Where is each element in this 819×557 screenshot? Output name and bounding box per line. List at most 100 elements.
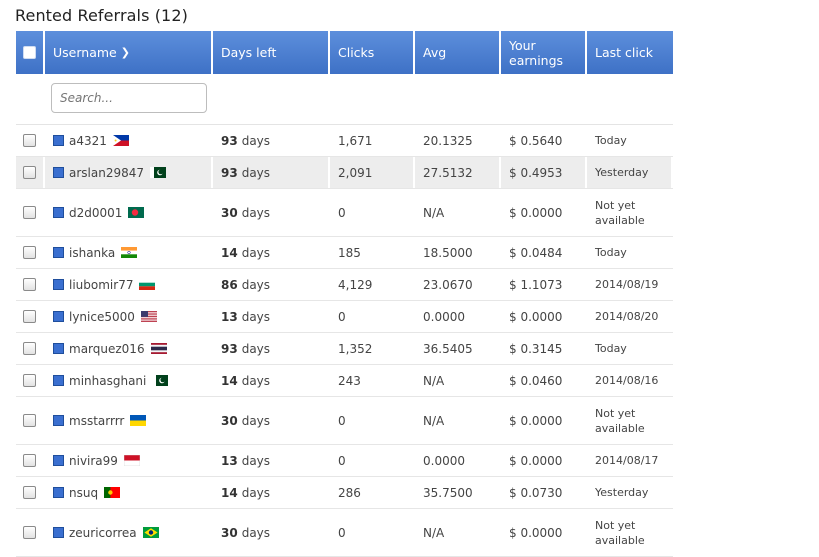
days-left-value: 14 (221, 485, 238, 500)
username[interactable]: msstarrrr (69, 414, 124, 428)
search-row (16, 74, 673, 125)
username[interactable]: arslan29847 (69, 166, 144, 180)
clicks-cell: 286 (338, 485, 361, 500)
days-left-value: 93 (221, 341, 238, 356)
table-header: Username ❯ Days left Clicks Avg Your ear… (16, 31, 673, 74)
row-checkbox[interactable] (23, 342, 36, 355)
days-left-value: 14 (221, 373, 238, 388)
row-checkbox[interactable] (23, 414, 36, 427)
username-cell: zeuricorrea (45, 509, 213, 556)
last-click-cell: Today (595, 342, 627, 355)
username-cell: arslan29847 (45, 157, 213, 188)
country-flag-icon (112, 135, 129, 146)
days-unit: days (241, 205, 271, 220)
days-left-cell: 13 days (213, 301, 330, 332)
row-checkbox-cell (16, 237, 45, 268)
earnings-cell: $ 0.4953 (501, 157, 587, 188)
days-left-cell: 14 days (213, 365, 330, 396)
clicks-header[interactable]: Clicks (330, 31, 415, 74)
row-checkbox[interactable] (23, 206, 36, 219)
country-flag-icon (150, 343, 167, 354)
row-checkbox[interactable] (23, 278, 36, 291)
row-checkbox[interactable] (23, 134, 36, 147)
username[interactable]: marquez016 (69, 342, 145, 356)
earnings-cell: $ 0.0000 (509, 413, 563, 428)
username[interactable]: liubomir77 (69, 278, 133, 292)
row-checkbox[interactable] (23, 486, 36, 499)
table-row: nsuq 14 days 286 35.7500 $ 0.0730 Yesterday (16, 477, 673, 509)
referral-icon (53, 487, 64, 498)
avg-cell: 23.0670 (423, 277, 473, 292)
days-left-header[interactable]: Days left (213, 31, 330, 74)
sort-username-header[interactable]: Username ❯ (45, 31, 213, 74)
clicks-cell: 1,352 (338, 341, 373, 356)
last-click-cell: Not yet available (595, 518, 645, 547)
username-cell: marquez016 (45, 333, 213, 364)
days-left-cell: 93 days (213, 157, 330, 188)
country-flag-icon (128, 207, 145, 218)
username[interactable]: a4321 (69, 134, 107, 148)
page-title: Rented Referrals (12) (15, 6, 188, 25)
search-input[interactable] (51, 83, 207, 113)
username[interactable]: zeuricorrea (69, 526, 137, 540)
days-unit: days (241, 485, 271, 500)
referral-icon (53, 343, 64, 354)
last-click-header[interactable]: Last click (587, 31, 673, 74)
username[interactable]: ishanka (69, 246, 115, 260)
avg-header[interactable]: Avg (415, 31, 501, 74)
avg-cell: 18.5000 (423, 245, 473, 260)
table-row: nivira99 13 days 0 0.0000 $ 0.0000 2014/08/17 (16, 445, 673, 477)
row-checkbox[interactable] (23, 454, 36, 467)
select-all-cell (16, 31, 45, 74)
last-click-cell: Not yet available (595, 406, 645, 435)
username-header-label: Username (53, 45, 117, 60)
table-row: lynice5000 13 days 0 0.0000 $ 0.0000 2014/08/2… (16, 301, 673, 333)
referral-icon (53, 375, 64, 386)
referral-icon (53, 167, 64, 178)
clicks-cell: 2,091 (330, 157, 415, 188)
username-cell: ishanka (45, 237, 213, 268)
username[interactable]: nsuq (69, 486, 98, 500)
referral-icon (53, 207, 64, 218)
username[interactable]: d2d0001 (69, 206, 122, 220)
row-checkbox[interactable] (23, 246, 36, 259)
country-flag-icon (142, 527, 159, 538)
username[interactable]: nivira99 (69, 454, 118, 468)
earnings-cell: $ 0.0000 (509, 453, 563, 468)
username[interactable]: minhasghani (69, 374, 146, 388)
table-row: liubomir77 86 days 4,129 23.0670 $ 1.1073 2014… (16, 269, 673, 301)
row-checkbox[interactable] (23, 310, 36, 323)
table-row: minhasghani 14 days 243 N/A $ 0.0460 2014/08/1… (16, 365, 673, 397)
select-all-checkbox[interactable] (23, 46, 36, 59)
row-checkbox[interactable] (23, 166, 36, 179)
username-cell: d2d0001 (45, 189, 213, 236)
row-checkbox[interactable] (23, 374, 36, 387)
last-click-cell: 2014/08/16 (595, 374, 659, 387)
last-click-cell: Today (595, 246, 627, 259)
clicks-cell: 0 (338, 525, 346, 540)
earnings-cell: $ 0.0000 (509, 205, 563, 220)
earnings-cell: $ 0.0000 (509, 309, 563, 324)
avg-cell: N/A (423, 373, 445, 388)
days-left-cell: 30 days (213, 189, 330, 236)
row-checkbox[interactable] (23, 526, 36, 539)
country-flag-icon (121, 247, 138, 258)
username-cell: minhasghani (45, 365, 213, 396)
days-left-cell: 13 days (213, 445, 330, 476)
table-row: msstarrrr 30 days 0 N/A $ 0.0000 Not yet avail… (16, 397, 673, 445)
earnings-header[interactable]: Your earnings (501, 31, 587, 74)
earnings-cell: $ 0.0000 (509, 525, 563, 540)
row-checkbox-cell (16, 365, 45, 396)
table-row: ishanka 14 days 185 18.5000 $ 0.0484 Today (16, 237, 673, 269)
avg-cell: 27.5132 (415, 157, 501, 188)
earnings-cell: $ 0.0484 (509, 245, 563, 260)
username[interactable]: lynice5000 (69, 310, 135, 324)
days-unit: days (241, 133, 271, 148)
row-checkbox-cell (16, 397, 45, 444)
referral-icon (53, 455, 64, 466)
last-click-cell: 2014/08/19 (595, 278, 659, 291)
clicks-cell: 0 (338, 205, 346, 220)
username-cell: a4321 (45, 125, 213, 156)
referral-icon (53, 415, 64, 426)
days-left-value: 14 (221, 245, 238, 260)
